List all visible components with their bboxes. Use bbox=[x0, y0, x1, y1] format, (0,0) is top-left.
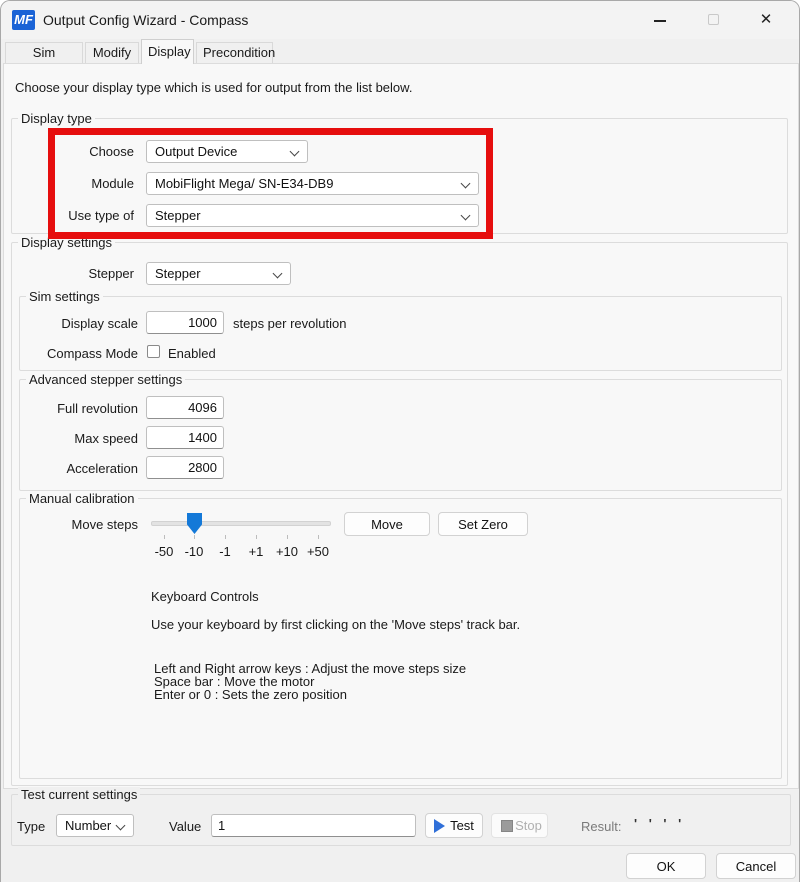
ok-button[interactable]: OK bbox=[626, 853, 706, 879]
tab-modify[interactable]: Modify bbox=[85, 42, 139, 63]
choose-dropdown[interactable]: Output Device bbox=[146, 140, 308, 163]
result-value: ' ' ' ' bbox=[634, 816, 685, 831]
slider-tick bbox=[164, 535, 165, 539]
display-scale-label: Display scale bbox=[11, 316, 138, 331]
keyboard-instruction-line: Enter or 0 : Sets the zero position bbox=[154, 688, 634, 701]
slider-tick bbox=[318, 535, 319, 539]
use-type-label: Use type of bbox=[11, 208, 134, 223]
close-button[interactable]: ✕ bbox=[741, 1, 791, 39]
max-speed-label: Max speed bbox=[11, 431, 138, 446]
intro-text: Choose your display type which is used f… bbox=[15, 80, 412, 95]
display-scale-suffix: steps per revolution bbox=[233, 316, 346, 331]
stop-button-label: Stop bbox=[515, 818, 542, 833]
play-icon bbox=[434, 819, 445, 833]
module-label: Module bbox=[11, 176, 134, 191]
use-type-dropdown-value: Stepper bbox=[155, 208, 201, 223]
use-type-dropdown[interactable]: Stepper bbox=[146, 204, 479, 227]
tab-sim-variable[interactable]: Sim Variable bbox=[5, 42, 83, 63]
minimize-button[interactable] bbox=[637, 1, 683, 39]
set-zero-button[interactable]: Set Zero bbox=[438, 512, 528, 536]
acceleration-label: Acceleration bbox=[11, 461, 138, 476]
chevron-down-icon bbox=[273, 269, 283, 279]
tab-display[interactable]: Display bbox=[141, 39, 194, 64]
close-icon: ✕ bbox=[760, 11, 773, 28]
test-button-label: Test bbox=[450, 818, 474, 833]
display-scale-input[interactable] bbox=[146, 311, 224, 334]
module-dropdown[interactable]: MobiFlight Mega/ SN-E34-DB9 bbox=[146, 172, 479, 195]
full-revolution-label: Full revolution bbox=[11, 401, 138, 416]
module-dropdown-value: MobiFlight Mega/ SN-E34-DB9 bbox=[155, 176, 333, 191]
acceleration-input[interactable] bbox=[146, 456, 224, 479]
window-title: Output Config Wizard - Compass bbox=[43, 1, 248, 39]
title-bar: MF Output Config Wizard - Compass ✕ bbox=[1, 1, 799, 39]
mobiflight-logo-icon: MF bbox=[12, 10, 35, 30]
chevron-down-icon bbox=[116, 821, 126, 831]
result-label: Result: bbox=[581, 819, 621, 834]
chevron-down-icon bbox=[461, 179, 471, 189]
tab-precondition[interactable]: Precondition bbox=[196, 42, 273, 63]
value-input[interactable] bbox=[211, 814, 416, 837]
stepper-dropdown-value: Stepper bbox=[155, 266, 201, 281]
output-config-wizard-window: MF Output Config Wizard - Compass ✕ Sim … bbox=[0, 0, 800, 882]
slider-tick bbox=[225, 535, 226, 539]
keyboard-instructions: Left and Right arrow keys : Adjust the m… bbox=[154, 662, 634, 701]
compass-mode-checkbox[interactable] bbox=[147, 345, 160, 358]
full-revolution-input[interactable] bbox=[146, 396, 224, 419]
choose-dropdown-value: Output Device bbox=[155, 144, 237, 159]
stop-icon bbox=[501, 820, 513, 832]
value-label: Value bbox=[169, 819, 201, 834]
test-button[interactable]: Test bbox=[425, 813, 483, 838]
move-steps-slider-track[interactable] bbox=[151, 521, 331, 526]
slider-tick-label: +50 bbox=[298, 544, 338, 559]
chevron-down-icon bbox=[461, 211, 471, 221]
test-current-settings-legend: Test current settings bbox=[18, 787, 140, 802]
move-steps-label: Move steps bbox=[11, 517, 138, 532]
cancel-button[interactable]: Cancel bbox=[716, 853, 796, 879]
keyboard-controls-title: Keyboard Controls bbox=[151, 589, 259, 604]
choose-label: Choose bbox=[11, 144, 134, 159]
advanced-stepper-settings-legend: Advanced stepper settings bbox=[26, 372, 185, 387]
display-settings-legend: Display settings bbox=[18, 235, 115, 250]
compass-mode-checkbox-label: Enabled bbox=[168, 346, 216, 361]
sim-settings-legend: Sim settings bbox=[26, 289, 103, 304]
slider-tick bbox=[287, 535, 288, 539]
compass-mode-label: Compass Mode bbox=[11, 346, 138, 361]
max-speed-input[interactable] bbox=[146, 426, 224, 449]
move-button[interactable]: Move bbox=[344, 512, 430, 536]
keyboard-intro-text: Use your keyboard by first clicking on t… bbox=[151, 618, 551, 632]
type-dropdown-value: Number bbox=[65, 818, 111, 833]
slider-tick bbox=[194, 535, 195, 539]
stepper-label: Stepper bbox=[11, 266, 134, 281]
chevron-down-icon bbox=[290, 147, 300, 157]
minimize-icon bbox=[654, 20, 666, 22]
manual-calibration-group: Manual calibration bbox=[19, 498, 782, 779]
maximize-icon bbox=[708, 14, 719, 25]
display-type-legend: Display type bbox=[18, 111, 95, 126]
manual-calibration-legend: Manual calibration bbox=[26, 491, 138, 506]
type-dropdown[interactable]: Number bbox=[56, 814, 134, 837]
maximize-button[interactable] bbox=[691, 1, 737, 39]
stop-button[interactable]: Stop bbox=[491, 813, 548, 838]
stepper-dropdown[interactable]: Stepper bbox=[146, 262, 291, 285]
type-label: Type bbox=[17, 819, 45, 834]
slider-tick bbox=[256, 535, 257, 539]
